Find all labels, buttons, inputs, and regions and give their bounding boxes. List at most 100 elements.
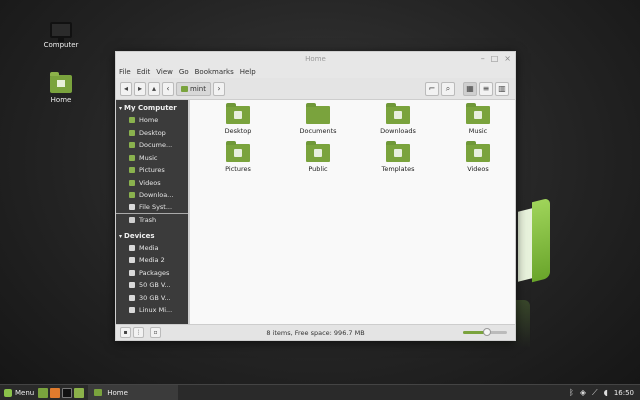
zoom-slider[interactable] [463, 328, 507, 336]
sidebar-item-downloads[interactable]: Downloa... [116, 189, 188, 202]
menu-file[interactable]: File [119, 68, 131, 76]
menu-edit[interactable]: Edit [137, 68, 151, 76]
file-item-public[interactable]: Public [278, 141, 358, 180]
toggle-location-button[interactable]: ⌐ [425, 81, 439, 96]
pictures-folder-icon [226, 141, 250, 162]
drive-icon [129, 294, 135, 301]
volume-icon[interactable]: ◖ [604, 388, 608, 397]
sidebar-item-media-2[interactable]: Media 2 [116, 254, 188, 267]
file-item-pictures[interactable]: Pictures [198, 141, 278, 180]
breadcrumb-next-button[interactable]: › [212, 81, 225, 96]
drive-icon [129, 282, 135, 289]
chevron-right-icon: › [217, 84, 221, 93]
sidebar-item-label: Pictures [139, 166, 165, 175]
file-item-desktop[interactable]: Desktop [198, 103, 278, 142]
sidebar-item-50gb-volume[interactable]: 50 GB V... [116, 279, 188, 292]
sidebar-item-label: Media [139, 243, 159, 252]
show-tree-button[interactable]: ⋮ [133, 327, 144, 338]
close-button[interactable]: × [504, 52, 511, 66]
search-button[interactable]: ⌕ [441, 81, 455, 96]
list-view-button[interactable]: ≡ [479, 81, 493, 96]
network-icon[interactable]: ⟋ [592, 388, 598, 398]
breadcrumb-mint[interactable]: mint [176, 81, 211, 96]
file-item-documents[interactable]: Documents [278, 103, 358, 142]
menubar: File Edit View Go Bookmarks Help [116, 66, 515, 78]
caret-down-icon: ▾ [119, 232, 123, 240]
up-button[interactable]: ▴ [148, 81, 160, 96]
file-item-music[interactable]: Music [438, 103, 518, 142]
show-desktop-icon[interactable] [38, 387, 49, 398]
home-folder-icon [50, 72, 72, 93]
downloads-folder-icon [386, 103, 410, 124]
sidebar-item-videos[interactable]: Videos [116, 177, 188, 190]
compact-view-icon: ▥ [498, 84, 506, 93]
file-item-label: Documents [299, 127, 337, 135]
compact-view-button[interactable]: ▥ [495, 81, 509, 96]
drive-icon [129, 269, 135, 276]
clock[interactable]: 16:50 [614, 389, 634, 397]
sidebar-item-filesystem[interactable]: File Syst... [116, 202, 188, 214]
public-folder-icon [306, 141, 330, 162]
file-item-templates[interactable]: Templates [358, 141, 438, 180]
sidebar-item-home[interactable]: Home [116, 114, 188, 127]
sidebar-toggle-icon: ▫ [153, 329, 158, 336]
taskbar-window-home[interactable]: Home [88, 385, 179, 400]
places-icon: ▪ [123, 329, 128, 336]
menu-help[interactable]: Help [240, 68, 256, 76]
drive-icon [129, 244, 135, 251]
chevron-left-icon: ‹ [166, 84, 170, 93]
sidebar-item-media[interactable]: Media [116, 242, 188, 255]
music-folder-icon [129, 154, 135, 161]
drive-icon [129, 307, 135, 314]
sidebar-item-label: File Syst... [139, 203, 173, 212]
sidebar-item-linux-mint[interactable]: Linux Mi... [116, 304, 188, 317]
show-places-button[interactable]: ▪ [120, 327, 131, 338]
maximize-button[interactable]: □ [491, 52, 499, 66]
firefox-icon[interactable] [50, 387, 61, 398]
desktop-folder-icon [226, 103, 250, 124]
menu-view[interactable]: View [156, 68, 173, 76]
menu-button[interactable]: Menu [0, 385, 38, 400]
window-titlebar[interactable]: Home – □ × [116, 52, 515, 66]
forward-arrow-icon: ▸ [137, 84, 142, 93]
caret-down-icon: ▾ [119, 105, 123, 112]
desktop-icon-home[interactable]: Home [39, 72, 83, 104]
icon-view-button[interactable]: ▦ [463, 81, 477, 96]
sidebar-section-header[interactable]: ▾ Devices [116, 230, 188, 242]
sidebar-section-header[interactable]: ▾ My Computer [116, 102, 188, 114]
terminal-icon[interactable] [62, 387, 73, 398]
file-item-videos[interactable]: Videos [438, 141, 518, 180]
update-shield-icon[interactable]: ◈ [580, 388, 586, 397]
toolbar: ◂ ▸ ▴ ‹ mint › ⌐ ⌕ ▦ ≡ ▥ [116, 78, 515, 100]
sidebar-item-30gb-volume[interactable]: 30 GB V... [116, 292, 188, 305]
sidebar: ▾ My Computer Home Desktop Docume... Musi… [116, 100, 188, 324]
sidebar-item-packages[interactable]: Packages [116, 267, 188, 280]
sidebar-item-music[interactable]: Music [116, 152, 188, 165]
sidebar-item-desktop[interactable]: Desktop [116, 127, 188, 140]
back-button[interactable]: ◂ [120, 81, 132, 96]
file-item-downloads[interactable]: Downloads [358, 103, 438, 142]
files-icon[interactable] [74, 387, 85, 398]
bluetooth-icon[interactable]: ᛒ [569, 388, 574, 397]
menu-go[interactable]: Go [179, 68, 189, 76]
status-text: 8 items, Free space: 996.7 MB [266, 328, 365, 337]
file-view[interactable]: Desktop Documents Downloads Music Pictur… [188, 100, 515, 324]
sidebar-item-trash[interactable]: Trash [116, 214, 188, 227]
sidebar-item-documents[interactable]: Docume... [116, 139, 188, 152]
tree-icon: ⋮ [135, 329, 142, 336]
forward-button[interactable]: ▸ [134, 81, 146, 96]
sidebar-item-pictures[interactable]: Pictures [116, 164, 188, 177]
sidebar-item-label: Linux Mi... [139, 306, 173, 315]
up-arrow-icon: ▴ [151, 84, 156, 93]
desktop-icon-computer[interactable]: Computer [39, 22, 83, 49]
zoom-slider-knob[interactable] [483, 328, 492, 336]
sidebar-item-label: Desktop [139, 128, 166, 137]
filesystem-icon [129, 204, 135, 211]
menu-bookmarks[interactable]: Bookmarks [195, 68, 234, 76]
sidebar-item-label: Home [139, 116, 159, 125]
sidebar-item-label: 50 GB V... [139, 281, 171, 290]
home-folder-icon [94, 389, 103, 396]
hide-sidebar-button[interactable]: ▫ [150, 327, 161, 338]
breadcrumb-prev-button[interactable]: ‹ [162, 81, 174, 96]
minimize-button[interactable]: – [481, 52, 485, 66]
